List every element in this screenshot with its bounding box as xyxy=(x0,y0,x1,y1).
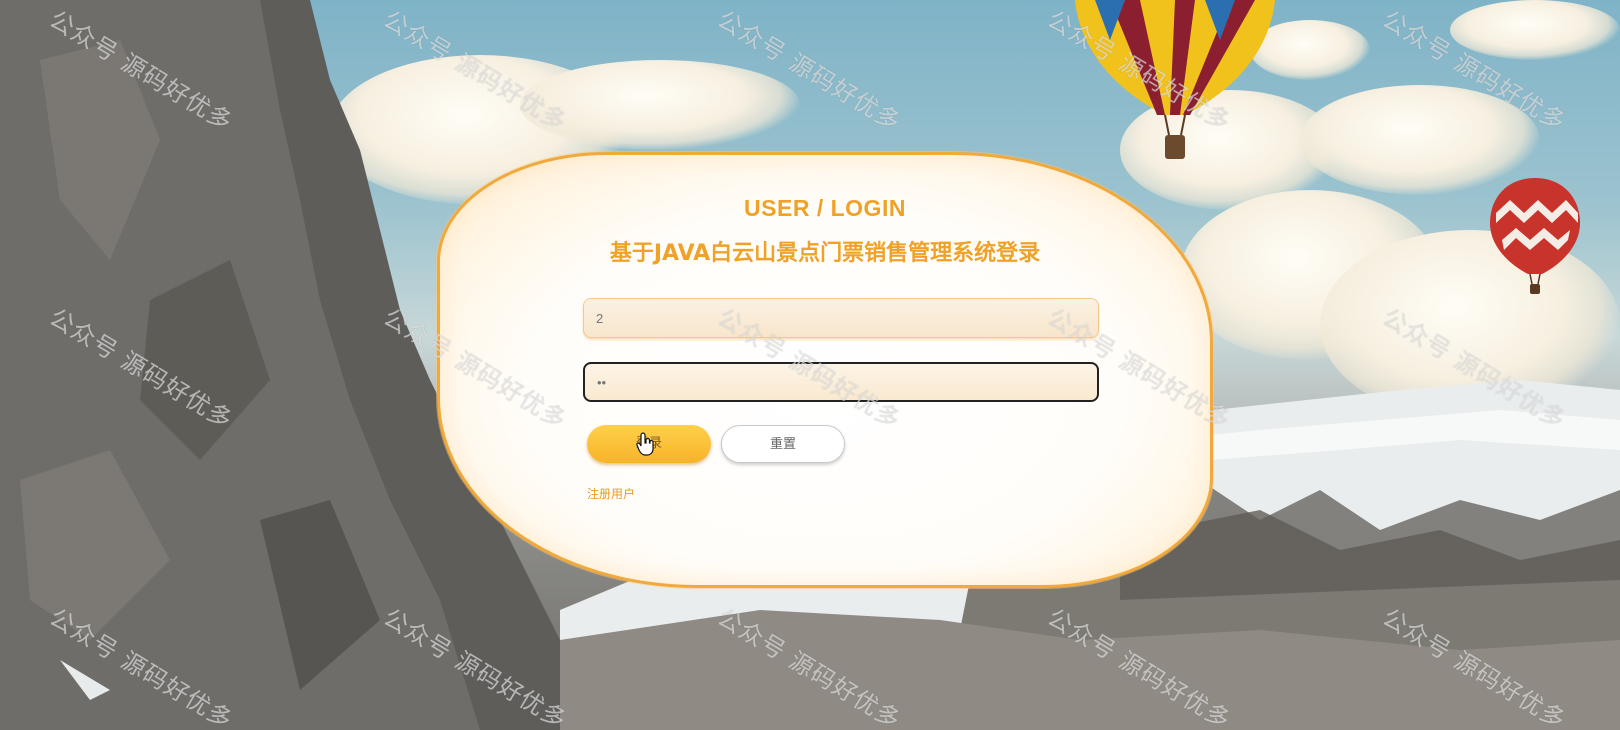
hot-air-balloon-large xyxy=(1075,0,1275,159)
background-scene: USER / LOGIN 基于JAVA白云山景点门票销售管理系统登录 登录 重置… xyxy=(0,0,1620,730)
hand-pointer-icon xyxy=(636,432,654,456)
reset-button[interactable]: 重置 xyxy=(721,425,845,463)
password-input[interactable] xyxy=(583,362,1099,402)
cloud xyxy=(520,60,800,150)
login-title-en: USER / LOGIN xyxy=(744,195,906,221)
hot-air-balloon-small xyxy=(1490,178,1580,294)
register-link[interactable]: 注册用户 xyxy=(587,485,635,502)
login-card: USER / LOGIN 基于JAVA白云山景点门票销售管理系统登录 登录 重置… xyxy=(437,152,1213,588)
system-title: 基于JAVA白云山景点门票销售管理系统登录 xyxy=(609,241,1041,266)
cloud xyxy=(1450,0,1620,60)
username-input[interactable] xyxy=(583,298,1099,338)
